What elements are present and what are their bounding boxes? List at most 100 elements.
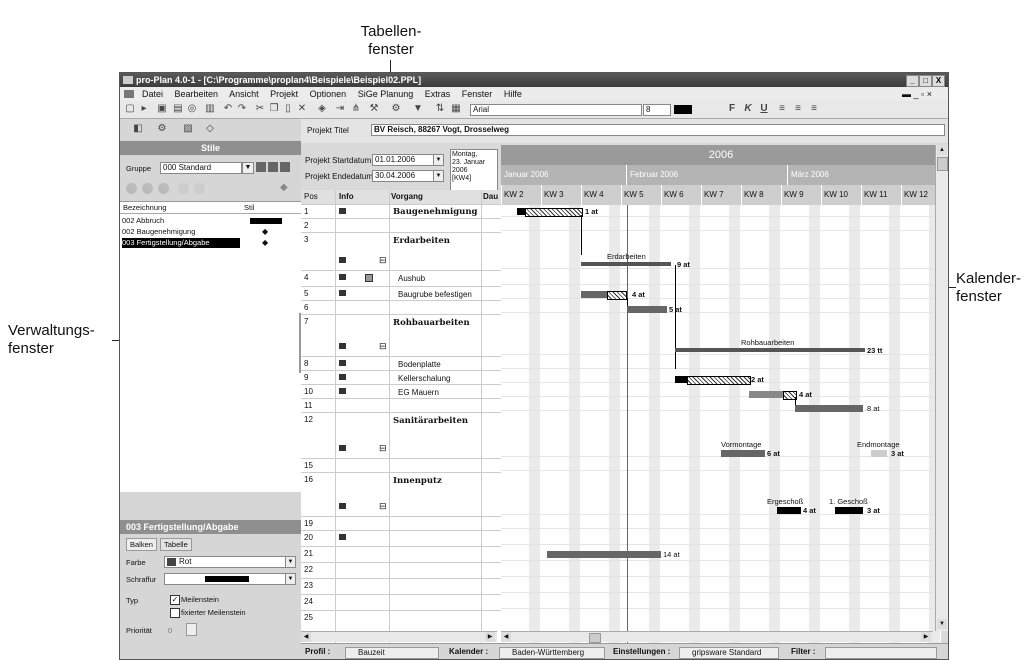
- table-row[interactable]: 4 Aushub: [301, 270, 501, 287]
- project-title-field[interactable]: BV Reisch, 88267 Vogt, Drosselweg: [371, 124, 945, 136]
- group-dropdown-icon[interactable]: ▼: [242, 162, 254, 174]
- save-icon[interactable]: ▣: [156, 103, 168, 115]
- table-row[interactable]: 20: [301, 530, 501, 547]
- table-scroll-left-icon[interactable]: ◀: [301, 632, 311, 642]
- new-icon[interactable]: ▢: [124, 103, 136, 115]
- bold-button[interactable]: F: [726, 103, 738, 115]
- info-icon[interactable]: [339, 343, 346, 349]
- group-button-1[interactable]: [256, 162, 266, 172]
- menu-hilfe[interactable]: Hilfe: [504, 89, 522, 99]
- note-icon[interactable]: [365, 274, 373, 282]
- group-button-2[interactable]: [268, 162, 278, 172]
- table-row[interactable]: 7 ⊟ Rohbauarbeiten: [301, 314, 501, 357]
- menu-ansicht[interactable]: Ansicht: [229, 89, 259, 99]
- info-icon[interactable]: [339, 360, 346, 366]
- bar-baugrube[interactable]: [627, 306, 667, 313]
- expand-icon[interactable]: ⊟: [379, 255, 387, 266]
- chart-icon[interactable]: ▦: [450, 103, 462, 115]
- table-row[interactable]: 3 ⊟ Erdarbeiten: [301, 232, 501, 271]
- settings-icon[interactable]: ⚙: [390, 103, 402, 115]
- minus-style-icon[interactable]: [158, 183, 169, 194]
- cut-icon[interactable]: ✂: [254, 103, 266, 115]
- bar-erdarbeiten[interactable]: [581, 262, 671, 266]
- start-date-field[interactable]: 01.01.2006: [372, 154, 434, 166]
- filter-value[interactable]: [825, 647, 937, 659]
- prio-spinner[interactable]: [186, 623, 197, 636]
- table-hscrollbar[interactable]: ◀ ▶: [301, 631, 497, 642]
- table-row[interactable]: 21: [301, 546, 501, 563]
- menu-projekt[interactable]: Projekt: [270, 89, 298, 99]
- info-icon[interactable]: [339, 257, 346, 263]
- expand-icon[interactable]: ⊟: [379, 443, 387, 454]
- fix-meilenstein-checkbox[interactable]: [170, 608, 180, 618]
- bar-aushub[interactable]: [581, 291, 607, 298]
- mdi-controls[interactable]: ▬ _ ▫ ×: [902, 87, 932, 101]
- print-icon[interactable]: ▤: [172, 103, 184, 115]
- table-row[interactable]: 8 Bodenplatte: [301, 356, 501, 371]
- meilenstein-checkbox[interactable]: ✓: [170, 595, 180, 605]
- align-right-icon[interactable]: ≡: [808, 103, 820, 115]
- underline-button[interactable]: U: [758, 103, 770, 115]
- scroll-down-icon[interactable]: ▼: [937, 619, 947, 629]
- bar-eg[interactable]: [795, 405, 863, 412]
- menu-sige[interactable]: SiGe Planung: [358, 89, 414, 99]
- menu-fenster[interactable]: Fenster: [462, 89, 493, 99]
- table-row[interactable]: 9 Kellerschalung: [301, 370, 501, 385]
- table-row[interactable]: 6: [301, 300, 501, 315]
- calendar-hscrollbar[interactable]: ◀ ▶: [501, 631, 933, 643]
- bar-bodenplatte[interactable]: [675, 376, 687, 383]
- farbe-dropdown-icon[interactable]: ▼: [285, 556, 296, 568]
- table-row[interactable]: 10 EG Mauern: [301, 384, 501, 399]
- down-style-icon[interactable]: [194, 183, 205, 194]
- group-button-3[interactable]: [280, 162, 290, 172]
- end-date-field[interactable]: 30.04.2006: [372, 170, 434, 182]
- menu-datei[interactable]: Datei: [142, 89, 163, 99]
- schraffur-dropdown-icon[interactable]: ▼: [285, 573, 296, 585]
- tab-balken[interactable]: Balken: [126, 538, 157, 551]
- info-icon[interactable]: [339, 290, 346, 296]
- maximize-button[interactable]: □: [919, 75, 932, 87]
- bar-vormontage[interactable]: [721, 450, 765, 457]
- bar-geschoss1[interactable]: [835, 507, 863, 514]
- italic-button[interactable]: K: [742, 103, 754, 115]
- bar-row20[interactable]: [547, 551, 661, 558]
- expand-icon[interactable]: ⊟: [379, 341, 387, 352]
- image-icon[interactable]: ▨: [182, 123, 194, 135]
- einst-value[interactable]: gripsware Standard: [679, 647, 779, 659]
- cal-scroll-right-icon[interactable]: ▶: [921, 632, 931, 642]
- table-row[interactable]: 15: [301, 458, 501, 473]
- info-icon[interactable]: [339, 388, 346, 394]
- vertical-scrollbar[interactable]: ▲ ▼: [935, 145, 948, 631]
- back-icon[interactable]: ◧: [132, 123, 144, 135]
- align-left-icon[interactable]: ≡: [776, 103, 788, 115]
- cal-scroll-thumb[interactable]: [589, 633, 601, 643]
- layout-icon[interactable]: ▥: [204, 103, 216, 115]
- minimize-button[interactable]: _: [906, 75, 919, 87]
- bar-baugenehmigung-buffer[interactable]: [525, 208, 583, 217]
- tab-tabelle[interactable]: Tabelle: [160, 538, 192, 551]
- style-row-fertigstellung[interactable]: 003 Fertigstellung/Abgabe: [122, 238, 240, 248]
- copy-icon[interactable]: ❐: [268, 103, 280, 115]
- style-row-abbruch[interactable]: 002 Abbruch: [122, 216, 282, 226]
- info-icon[interactable]: [339, 374, 346, 380]
- kalender-value[interactable]: Baden-Württemberg: [499, 647, 605, 659]
- scroll-thumb[interactable]: [937, 157, 948, 171]
- undo-icon[interactable]: ↶: [222, 103, 234, 115]
- profil-value[interactable]: Bauzeit: [345, 647, 439, 659]
- style-row-baugenehmigung[interactable]: 002 Baugenehmigung ◆: [122, 227, 282, 237]
- diamond-tool-icon[interactable]: ◆: [280, 182, 288, 193]
- table-row[interactable]: 1 Baugenehmigung: [301, 204, 501, 219]
- table-row[interactable]: 25: [301, 610, 501, 627]
- color-swatch[interactable]: [674, 105, 692, 114]
- bar-aushub-buffer[interactable]: [607, 291, 627, 300]
- schraffur-select[interactable]: [164, 573, 286, 585]
- plus-style-icon[interactable]: [142, 183, 153, 194]
- table-row[interactable]: 2: [301, 218, 501, 233]
- table-row[interactable]: 11: [301, 398, 501, 413]
- menu-optionen[interactable]: Optionen: [310, 89, 347, 99]
- scroll-up-icon[interactable]: ▲: [937, 145, 947, 155]
- align-center-icon[interactable]: ≡: [792, 103, 804, 115]
- bar-bodenplatte-buffer[interactable]: [687, 376, 751, 385]
- table-row[interactable]: 16 ⊟ Innenputz: [301, 472, 501, 517]
- link-icon[interactable]: ◈: [316, 103, 328, 115]
